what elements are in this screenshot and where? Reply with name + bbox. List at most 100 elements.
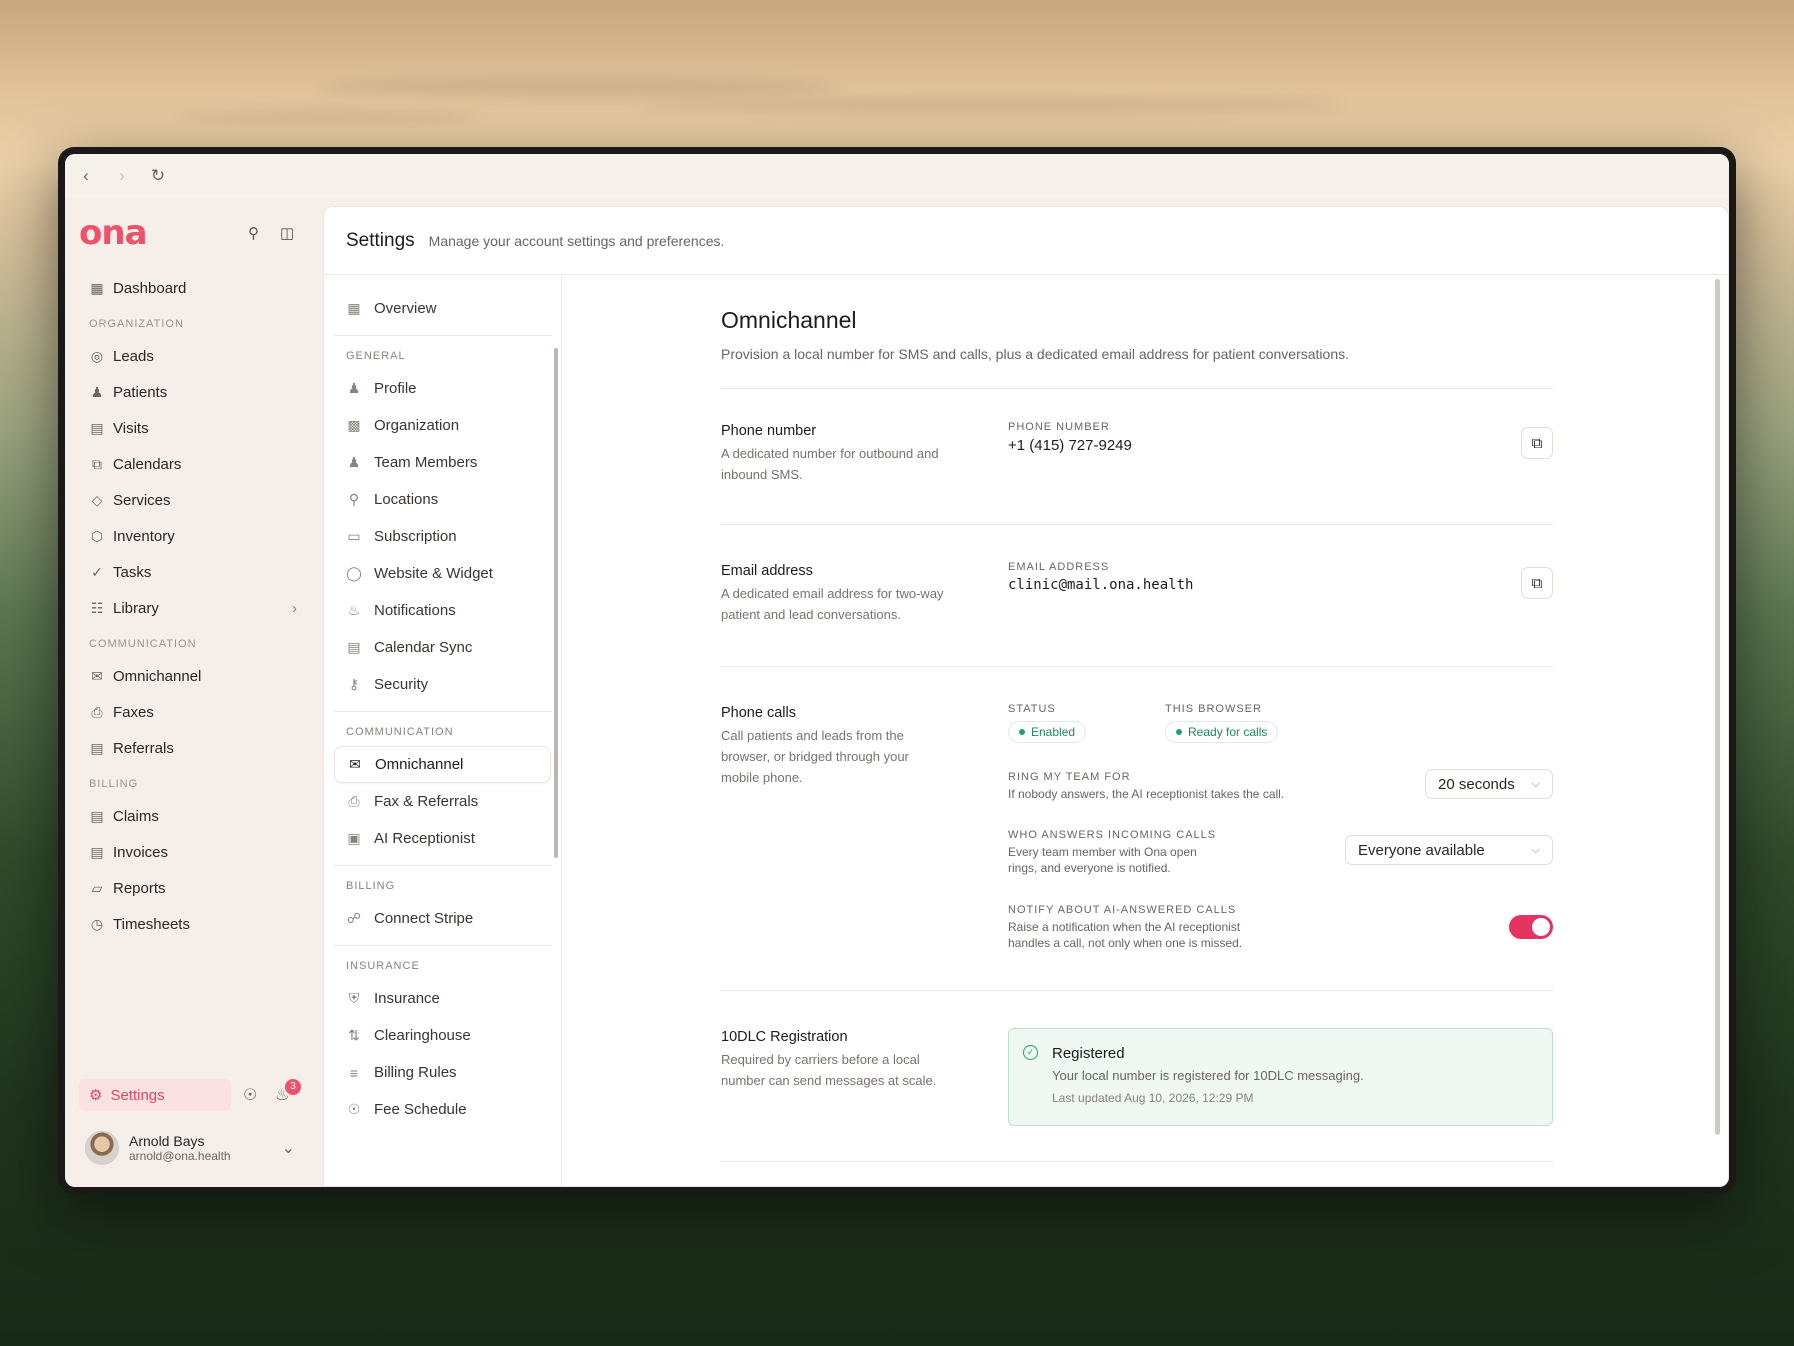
status-dot [1019, 729, 1025, 735]
check-circle-icon: ✓ [1023, 1045, 1038, 1060]
chevron-down-icon: ⌄ [281, 1140, 295, 1157]
settings-item-subscription[interactable]: ▭ Subscription [334, 518, 551, 555]
section-billing: BILLING [89, 778, 139, 790]
help-icon[interactable]: ☉ [243, 1085, 257, 1105]
ring-team-label: RING MY TEAM FOR [1008, 771, 1131, 783]
sidebar-item-timesheets[interactable]: ◷ Timesheets [79, 906, 307, 942]
settings-item-overview[interactable]: ▦ Overview [334, 290, 551, 327]
sidebar-item-leads[interactable]: ◎ Leads [79, 338, 307, 374]
phone-number-desc: A dedicated number for outbound and inbo… [721, 446, 939, 482]
page-title: Settings [346, 229, 415, 251]
chevron-right-icon[interactable]: › [113, 166, 131, 186]
settings-item-billing-rules[interactable]: ≡ Billing Rules [334, 1054, 551, 1091]
tag-icon: ◇ [91, 491, 103, 508]
omnichannel-content: Omnichannel Provision a local number for… [721, 307, 1553, 1162]
chevron-left-icon[interactable]: ‹ [77, 166, 95, 186]
search-icon[interactable]: ⚲ [248, 224, 259, 242]
notify-ai-toggle[interactable] [1509, 915, 1553, 939]
settings-item-locations[interactable]: ⚲ Locations [334, 481, 551, 518]
sidebar-item-invoices[interactable]: ▤ Invoices [79, 834, 307, 870]
sidebar-item-omnichannel[interactable]: ✉ Omnichannel [79, 658, 307, 694]
who-answers-label: WHO ANSWERS INCOMING CALLS [1008, 829, 1217, 841]
sidebar-item-dashboard[interactable]: ▦ Dashboard [79, 270, 307, 306]
library-icon: ☷ [90, 599, 104, 616]
content-scrollbar[interactable] [1715, 279, 1720, 1135]
email-address-value: clinic@mail.ona.health [1008, 577, 1194, 593]
sidebar: ona ⚲ ◫ ▦ Dashboard ORGANIZATION ◎ Leads ♟… [65, 198, 320, 1187]
settings-item-insurance[interactable]: ⛨ Insurance [334, 980, 551, 1017]
settings-item-team-members[interactable]: ♟ Team Members [334, 444, 551, 481]
notification-badge: 3 [285, 1079, 301, 1095]
settings-item-profile[interactable]: ♟ Profile [334, 370, 551, 407]
sidebar-item-tasks[interactable]: ✓ Tasks [79, 554, 307, 590]
user-name: Arnold Bays [129, 1133, 205, 1149]
settings-item-security[interactable]: ⚷ Security [334, 666, 551, 703]
settings-item-connect-stripe[interactable]: ☍ Connect Stripe [334, 900, 551, 937]
section-organization: ORGANIZATION [89, 318, 184, 330]
calendar-icon: ▤ [90, 419, 104, 436]
settings-item-fee-schedule[interactable]: ☉ Fee Schedule [334, 1091, 551, 1128]
settings-item-ai-receptionist[interactable]: ▣ AI Receptionist [334, 820, 551, 857]
settings-button[interactable]: ⚙ Settings [79, 1079, 231, 1111]
settings-item-clearinghouse[interactable]: ⇅ Clearinghouse [334, 1017, 551, 1054]
sidebar-item-faxes[interactable]: ⎙ Faxes [79, 694, 307, 730]
chat-icon: ✉ [349, 756, 361, 772]
who-answers-select[interactable]: Everyone available ⌵ [1345, 835, 1553, 865]
settings-item-omnichannel[interactable]: ✉ Omnichannel [334, 746, 551, 783]
settings-nav: ▦ Overview GENERAL ♟ Profile ▩ Organization… [324, 276, 562, 1186]
shield-icon: ⛨ [348, 990, 360, 1006]
status-label: STATUS [1008, 703, 1056, 715]
settings-section-communication: COMMUNICATION [334, 711, 551, 746]
settings-panel: Settings Manage your account settings an… [323, 206, 1729, 1187]
sidebar-item-visits[interactable]: ▤ Visits [79, 410, 307, 446]
phone-number-title: Phone number [721, 423, 817, 439]
settings-section-billing: BILLING [334, 865, 551, 900]
printer-icon: ⎙ [348, 793, 360, 809]
copy-email-button[interactable]: ⧉ [1521, 567, 1553, 599]
email-address-label: EMAIL ADDRESS [1008, 561, 1110, 573]
coins-icon: ☉ [347, 1101, 361, 1117]
chat-icon: ✉ [91, 667, 103, 684]
map-pin-icon: ⚲ [348, 491, 360, 507]
target-icon: ◎ [90, 347, 104, 364]
copy-phone-button[interactable]: ⧉ [1521, 427, 1553, 459]
sidebar-item-reports[interactable]: ▱ Reports [79, 870, 307, 906]
users-icon: ♟ [347, 454, 361, 470]
sidebar-nav: ▦ Dashboard ORGANIZATION ◎ Leads ♟ Patients… [79, 270, 307, 942]
bell-icon[interactable]: ♨ 3 [275, 1079, 301, 1105]
key-icon: ⚷ [348, 676, 360, 692]
route-icon: ⇅ [348, 1027, 360, 1043]
sidebar-item-referrals[interactable]: ▤ Referrals [79, 730, 307, 766]
phone-number-value: +1 (415) 727-9249 [1008, 437, 1132, 454]
browser-label: THIS BROWSER [1165, 703, 1262, 715]
sidebar-item-calendars[interactable]: ⧉ Calendars [79, 446, 307, 482]
sidebar-toggle-icon[interactable]: ◫ [280, 224, 294, 242]
settings-section-general: GENERAL [334, 335, 551, 370]
settings-item-organization[interactable]: ▩ Organization [334, 407, 551, 444]
section-title: Omnichannel [721, 307, 857, 333]
sliders-icon: ≡ [349, 1064, 359, 1081]
settings-item-website-widget[interactable]: ◯ Website & Widget [334, 555, 551, 592]
reload-icon[interactable]: ↻ [149, 166, 167, 186]
section-communication: COMMUNICATION [89, 638, 197, 650]
gear-icon: ⚙ [89, 1087, 103, 1104]
settings-item-fax-referrals[interactable]: ⎙ Fax & Referrals [334, 783, 551, 820]
user-menu[interactable]: Arnold Bays arnold@ona.health ⌄ [79, 1131, 307, 1165]
sidebar-item-inventory[interactable]: ⬡ Inventory [79, 518, 307, 554]
chevron-down-icon: ⌵ [1531, 777, 1540, 790]
tendlc-title: 10DLC Registration [721, 1029, 848, 1045]
sidebar-item-services[interactable]: ◇ Services [79, 482, 307, 518]
phone-calls-row: Phone calls Call patients and leads from… [721, 666, 1553, 990]
sidebar-item-patients[interactable]: ♟ Patients [79, 374, 307, 410]
sidebar-item-library[interactable]: ☷ Library › [79, 590, 307, 626]
phone-number-row: Phone number A dedicated number for outb… [721, 388, 1553, 524]
settings-item-calendar-sync[interactable]: ▤ Calendar Sync [334, 629, 551, 666]
phone-calls-title: Phone calls [721, 705, 796, 721]
sidebar-item-claims[interactable]: ▤ Claims [79, 798, 307, 834]
tendlc-row: 10DLC Registration Required by carriers … [721, 990, 1553, 1162]
ring-duration-select[interactable]: 20 seconds ⌵ [1425, 769, 1553, 799]
section-subtitle: Provision a local number for SMS and cal… [721, 346, 1349, 362]
settings-nav-scrollbar[interactable] [554, 348, 558, 858]
building-icon: ▩ [347, 417, 361, 433]
settings-item-notifications[interactable]: ♨ Notifications [334, 592, 551, 629]
